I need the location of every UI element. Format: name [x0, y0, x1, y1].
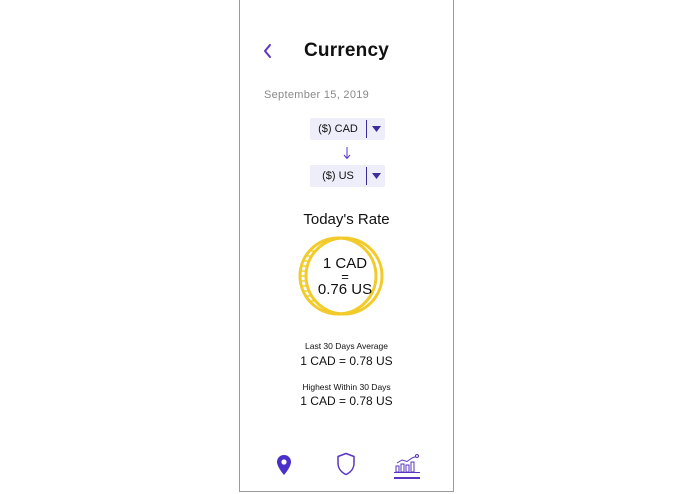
rate-title: Today's Rate: [303, 211, 390, 228]
stat-value: 1 CAD = 0.78 US: [300, 394, 393, 408]
from-currency-select[interactable]: ($) CAD: [310, 118, 385, 140]
to-currency-value: ($) US: [322, 170, 354, 182]
shield-icon[interactable]: [336, 452, 356, 476]
stat-value: 1 CAD = 0.78 US: [300, 354, 393, 368]
stat-label: Highest Within 30 Days: [302, 382, 391, 392]
map-pin-icon[interactable]: [276, 454, 292, 476]
phone-screen: Currency September 15, 2019 ($) CAD ($) …: [239, 0, 454, 492]
chart-icon[interactable]: [394, 454, 420, 474]
page-title: Currency: [303, 40, 390, 61]
dropdown-arrow[interactable]: [367, 126, 385, 132]
arrow-down-icon: [343, 147, 351, 160]
date-label: September 15, 2019: [264, 89, 370, 101]
stat-label: Last 30 Days Average: [304, 341, 388, 351]
dropdown-arrow[interactable]: [367, 173, 385, 179]
rate-to: 0.76 US: [317, 281, 373, 298]
caret-down-icon: [371, 173, 381, 179]
to-currency-select[interactable]: ($) US: [310, 165, 385, 187]
rate-value: 1 CAD = 0.76 US: [306, 256, 384, 297]
caret-down-icon: [371, 126, 381, 132]
nav-active-indicator: [394, 477, 420, 479]
from-currency-value: ($) CAD: [318, 123, 358, 135]
